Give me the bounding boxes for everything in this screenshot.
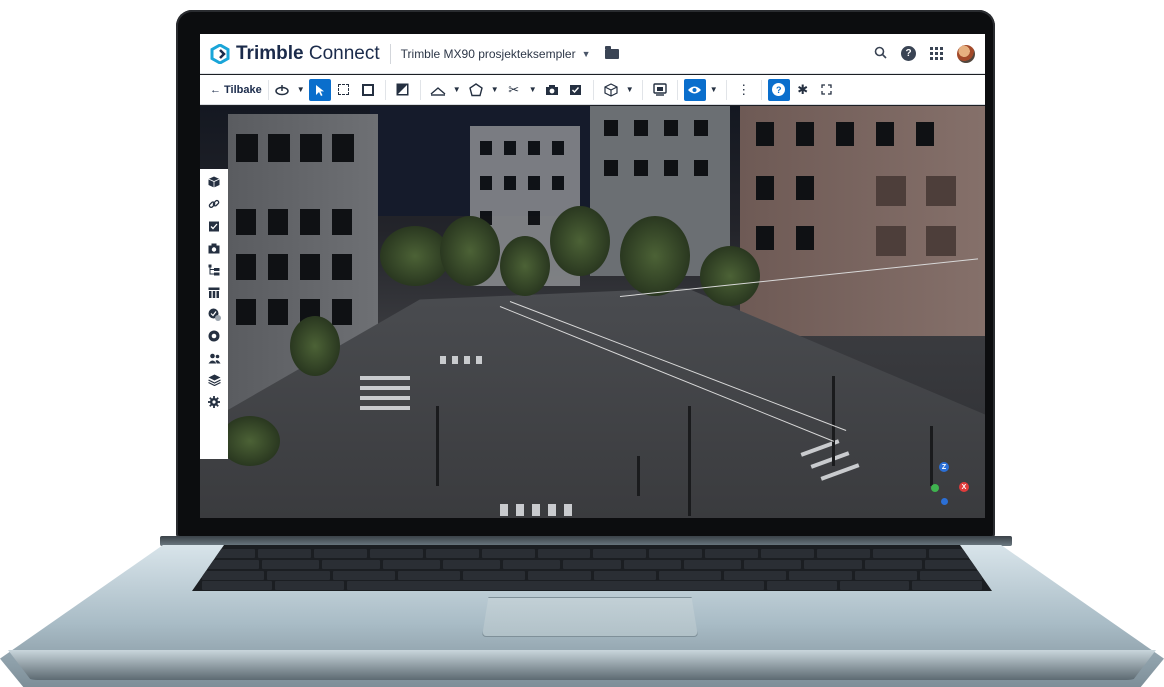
project-name: Trimble MX90 prosjekteksempler bbox=[400, 46, 576, 61]
apps-grid-icon[interactable] bbox=[930, 47, 943, 60]
axis-gizmo[interactable]: Z X bbox=[931, 462, 975, 510]
back-label: Tilbake bbox=[224, 83, 262, 96]
help-icon[interactable]: ? bbox=[767, 78, 790, 101]
chevron-down-icon: ▼ bbox=[581, 48, 591, 59]
avatar[interactable] bbox=[957, 44, 975, 63]
light-pole bbox=[436, 406, 439, 486]
laptop-keyboard bbox=[192, 545, 992, 591]
divider bbox=[389, 43, 391, 64]
cube-outline-icon[interactable] bbox=[600, 79, 622, 101]
viewer-toolbar: ← Tilbake ▼ ▼ ▼ ✂ ▼ ▼ ▼ ⋮ ? ✱ bbox=[200, 75, 985, 105]
settings-gear-icon[interactable]: ✱ bbox=[792, 79, 814, 101]
box-select-icon[interactable] bbox=[333, 79, 355, 101]
chevron-down-icon[interactable]: ▼ bbox=[527, 85, 539, 94]
origin-handle[interactable] bbox=[941, 498, 948, 505]
settings-gear-icon[interactable] bbox=[207, 395, 221, 409]
checklist-edit-icon[interactable] bbox=[565, 79, 587, 101]
building-right bbox=[740, 106, 985, 336]
chevron-down-icon[interactable]: ▼ bbox=[708, 85, 720, 94]
divider bbox=[419, 79, 421, 100]
cube-icon[interactable] bbox=[207, 175, 221, 189]
folder-icon[interactable] bbox=[604, 45, 619, 59]
fit-to-view-icon[interactable] bbox=[357, 79, 379, 101]
shape-icon[interactable] bbox=[207, 329, 221, 343]
table-icon[interactable] bbox=[207, 285, 221, 299]
tree-icon[interactable] bbox=[207, 263, 221, 277]
app-screen: Trimble Connect Trimble MX90 prosjekteks… bbox=[200, 34, 985, 518]
search-icon[interactable] bbox=[874, 46, 887, 61]
checklist-icon[interactable] bbox=[207, 219, 221, 233]
chevron-down-icon[interactable]: ▼ bbox=[489, 85, 501, 94]
laptop-front-edge bbox=[8, 650, 1156, 680]
camera-icon[interactable] bbox=[207, 241, 221, 255]
layers-view-icon[interactable] bbox=[649, 79, 671, 101]
divider bbox=[676, 79, 678, 100]
crosswalk bbox=[360, 376, 410, 380]
measure-icon[interactable] bbox=[427, 79, 449, 101]
users-icon[interactable] bbox=[207, 351, 221, 365]
help-icon[interactable]: ? bbox=[901, 46, 916, 61]
trimble-logo-icon bbox=[210, 43, 230, 64]
chevron-down-icon[interactable]: ▼ bbox=[295, 85, 307, 94]
snapshot-camera-icon[interactable] bbox=[541, 79, 563, 101]
divider bbox=[725, 79, 727, 100]
laptop-trackpad bbox=[482, 597, 698, 637]
visibility-eye-icon[interactable] bbox=[683, 78, 706, 101]
x-axis-handle[interactable]: X bbox=[959, 482, 969, 492]
link-icon[interactable] bbox=[207, 197, 221, 211]
divider bbox=[760, 79, 762, 100]
top-bar: Trimble Connect Trimble MX90 prosjekteks… bbox=[200, 34, 985, 74]
brand[interactable]: Trimble Connect bbox=[210, 43, 380, 65]
fullscreen-icon[interactable] bbox=[816, 79, 838, 101]
side-panel bbox=[200, 169, 228, 459]
polygon-icon[interactable] bbox=[465, 79, 487, 101]
3d-viewport[interactable]: Z X bbox=[200, 106, 985, 518]
status-icon[interactable] bbox=[207, 307, 221, 321]
chevron-down-icon[interactable]: ▼ bbox=[624, 85, 636, 94]
divider bbox=[592, 79, 594, 100]
more-options-icon[interactable]: ⋮ bbox=[733, 79, 755, 101]
arrow-left-icon: ← bbox=[210, 83, 221, 96]
divider bbox=[384, 79, 386, 100]
project-selector[interactable]: Trimble MX90 prosjekteksempler ▼ bbox=[401, 47, 591, 61]
z-axis-handle[interactable]: Z bbox=[939, 462, 949, 472]
layers-icon[interactable] bbox=[207, 373, 221, 387]
divider bbox=[641, 79, 643, 100]
section-plane-icon[interactable] bbox=[392, 79, 414, 101]
select-pointer-icon[interactable] bbox=[308, 78, 331, 101]
orbit-icon[interactable] bbox=[271, 79, 293, 101]
chevron-down-icon[interactable]: ▼ bbox=[451, 85, 463, 94]
brand-name: Trimble Connect bbox=[236, 42, 380, 64]
back-button[interactable]: ← Tilbake bbox=[208, 79, 269, 100]
scissors-icon[interactable]: ✂ bbox=[503, 79, 525, 101]
laptop-hinge bbox=[160, 536, 1012, 546]
y-axis-handle[interactable] bbox=[931, 484, 939, 492]
